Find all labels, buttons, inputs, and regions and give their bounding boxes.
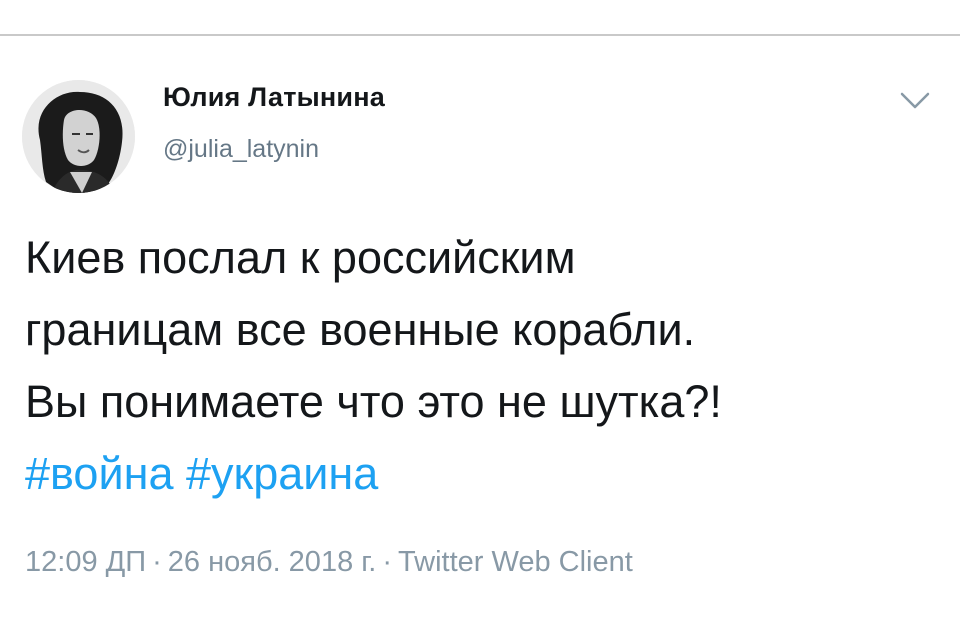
meta-separator: ·	[152, 546, 162, 578]
tweet-text: Киев послал к российским границам все во…	[25, 222, 935, 510]
meta-separator: ·	[382, 546, 393, 578]
tweet-client[interactable]: Twitter Web Client	[398, 546, 633, 578]
author-name[interactable]: Юлия Латынина	[163, 82, 385, 113]
tweet-line: границам все военные корабли.	[25, 304, 696, 355]
tweet-meta: 12:09 ДП · 26 нояб. 2018 г. · Twitter Web Cl…	[25, 546, 633, 579]
hashtag-link[interactable]: #война	[25, 448, 173, 499]
tweet-card: Юлия Латынина @julia_latynin Киев послал…	[0, 36, 960, 617]
tweet-date[interactable]: 26 нояб. 2018 г.	[168, 546, 377, 578]
author-handle[interactable]: @julia_latynin	[163, 135, 319, 164]
tweet-line: Вы понимаете что это не шутка?!	[25, 376, 722, 427]
hashtag-link[interactable]: #украина	[186, 448, 378, 499]
avatar[interactable]	[22, 80, 135, 193]
avatar-image	[22, 80, 135, 193]
chevron-down-icon[interactable]	[893, 86, 937, 116]
hashtags-line: #война #украина	[25, 438, 935, 510]
tweet-time[interactable]: 12:09 ДП	[25, 546, 146, 578]
tweet-line: Киев послал к российским	[25, 232, 576, 283]
